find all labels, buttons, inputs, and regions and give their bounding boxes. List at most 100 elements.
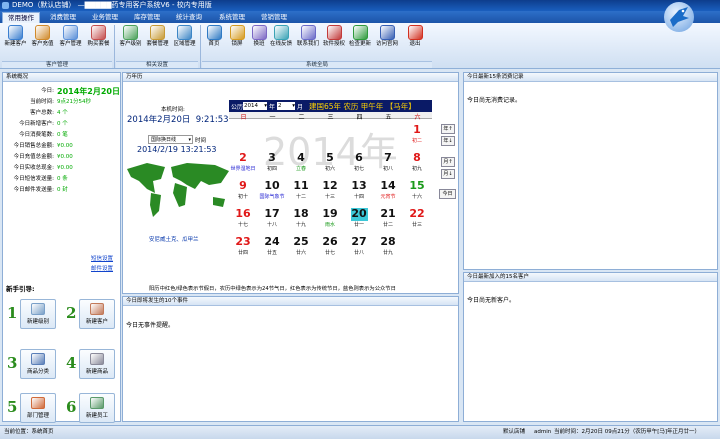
month-up-button[interactable]: 月↑ (441, 157, 455, 167)
calendar-day[interactable]: 3 (260, 151, 284, 164)
calendar-day[interactable]: 19 (318, 207, 342, 220)
toolbar-button-label: 客户充值 (31, 41, 54, 47)
tab-stats[interactable]: 统计查询 (170, 12, 208, 23)
toolbar-button-label: 套餐管理 (146, 41, 169, 47)
events-header: 今日即将发生的10个事件 (123, 297, 458, 306)
lunar-header: 建国65年 农历 甲午年 【马年】 (309, 102, 416, 111)
lock-screen-button[interactable]: 锁屏 (226, 25, 248, 48)
group-separator (114, 25, 115, 68)
guide-step-icon (90, 303, 104, 315)
guide-step-number: 1 (7, 304, 18, 322)
tab-system[interactable]: 系统管理 (212, 12, 252, 23)
overview-value: ¥0.00 (57, 165, 73, 171)
tab-consume[interactable]: 消费管理 (44, 12, 82, 23)
website-icon (379, 25, 395, 40)
calendar-day[interactable]: 5 (318, 151, 342, 164)
customer-level-button[interactable]: 客户级别 (117, 25, 144, 48)
calendar-day[interactable]: 10 (260, 179, 284, 192)
calendar-day[interactable]: 21 (376, 207, 400, 220)
calendar-day[interactable]: 24 (260, 235, 284, 248)
new-customer-button[interactable]: 新建客户 (2, 25, 29, 48)
shift-button[interactable]: 换班 (248, 25, 270, 48)
package-manage-button[interactable]: 套餐管理 (144, 25, 171, 48)
guide-new-customer-button[interactable]: 新建客户 (79, 299, 115, 329)
buy-package-button[interactable]: 购买套餐 (85, 25, 112, 48)
events-panel: 今日即将发生的10个事件 今日无事件提醒。 (122, 296, 459, 422)
customer-manage-button[interactable]: 客户管理 (57, 25, 84, 48)
contact-us-button[interactable]: 联系我们 (297, 25, 319, 48)
overview-value: 2014年2月20日 (57, 87, 120, 96)
calendar-day[interactable]: 7 (376, 151, 400, 164)
calendar-day[interactable]: 18 (289, 207, 313, 220)
overview-value: 0 个 (57, 121, 68, 127)
year-down-button[interactable]: 年↓ (441, 136, 455, 146)
mail-settings-link[interactable]: 邮件设置 (91, 264, 113, 272)
visit-website-button[interactable]: 访问官网 (376, 25, 398, 48)
tab-inventory[interactable]: 库存管理 (128, 12, 166, 23)
year-up-button[interactable]: 年↑ (441, 124, 455, 134)
calendar-day[interactable]: 11 (289, 179, 313, 192)
calendar-day[interactable]: 9 (231, 179, 255, 192)
calendar-day[interactable]: 17 (260, 207, 284, 220)
recharge-button[interactable]: 客户充值 (29, 25, 56, 48)
calendar-day[interactable]: 22 (405, 207, 429, 220)
overview-key: 今日邮件发送量: (13, 187, 54, 193)
calendar-day[interactable]: 1 (405, 123, 429, 136)
calendar-day[interactable]: 16 (231, 207, 255, 220)
today-button[interactable]: 今日 (439, 189, 456, 199)
month-select[interactable]: 2 ▾ (277, 102, 295, 110)
overview-key: 今日销售总金额: (13, 143, 54, 149)
calendar-day[interactable]: 13 (347, 179, 371, 192)
calendar-lunar-label: 廿二 (382, 222, 393, 228)
status-bar: 当前位置：系统首页 默认店铺 admin 当前时间：2月20日 09点21分（农… (0, 425, 720, 439)
toolbar: 客户管理 相关设置 系统全局 新建客户 客户充值 客户管理 购买套餐 客户级别 套餐管理区… (0, 23, 720, 69)
calendar-day[interactable]: 15 (405, 179, 429, 192)
local-datetime: 2014年2月20日 9:21:53 (127, 115, 229, 125)
guide-new-product-button[interactable]: 新建商品 (79, 349, 115, 379)
calendar-day[interactable]: 27 (347, 235, 371, 248)
tab-marketing[interactable]: 营销管理 (254, 12, 294, 23)
calendar-day[interactable]: 28 (376, 235, 400, 248)
tab-common[interactable]: 常用操作 (2, 12, 40, 23)
calendar-day[interactable]: 14 (376, 179, 400, 192)
region-manage-button[interactable]: 区域管理 (171, 25, 198, 48)
license-button[interactable]: 软件授权 (323, 25, 345, 48)
check-update-button[interactable]: 检查更新 (349, 25, 371, 48)
calendar-lunar-label: 初十 (237, 194, 248, 200)
shift-icon (251, 25, 267, 40)
group-label-settings: 相关设置 (116, 61, 198, 68)
calendar-lunar-label: 初九 (411, 166, 422, 172)
guide-department-button[interactable]: 部门管理 (20, 393, 56, 423)
calendar-day[interactable]: 2 (231, 151, 255, 164)
timezone-select[interactable]: 国际换日线 ▾ (148, 135, 193, 144)
calendar-day[interactable]: 20 (347, 207, 371, 220)
feedback-icon (273, 25, 289, 40)
guide-new-employee-button[interactable]: 新建员工 (79, 393, 115, 423)
calendar-day[interactable]: 26 (318, 235, 342, 248)
calendar-day[interactable]: 12 (318, 179, 342, 192)
month-unit: 月 (297, 104, 304, 111)
home-button[interactable]: 首页 (203, 25, 225, 48)
guide-product-category-button[interactable]: 商品分类 (20, 349, 56, 379)
calendar-lunar-label: 十二 (295, 194, 306, 200)
year-select[interactable]: 2014 ▾ (243, 102, 267, 110)
consume-empty-text: 今日尚无消费记录。 (467, 97, 522, 104)
calendar-day[interactable]: 8 (405, 151, 429, 164)
overview-row: 今日新增客户: 0 个 (3, 119, 121, 130)
feedback-button[interactable]: 在线反馈 (270, 25, 292, 48)
calendar-day[interactable]: 4 (289, 151, 313, 164)
toolbar-button-label: 在线反馈 (270, 41, 293, 47)
toolbar-button-label: 访问官网 (376, 41, 399, 47)
overview-row: 客户总数: 4 个 (3, 108, 121, 119)
sms-settings-link[interactable]: 短信设置 (91, 254, 113, 262)
guide-new-level-button[interactable]: 新建级别 (20, 299, 56, 329)
tab-business[interactable]: 业务管理 (86, 12, 124, 23)
month-down-button[interactable]: 月↓ (441, 169, 455, 179)
calendar-day[interactable]: 6 (347, 151, 371, 164)
exit-button[interactable]: 退出 (404, 25, 426, 48)
overview-row: 今日充值总金额: ¥0.00 (3, 152, 121, 163)
calendar-day[interactable]: 23 (231, 235, 255, 248)
calendar-day[interactable]: 25 (289, 235, 313, 248)
weekday-label: 二 (298, 114, 305, 121)
calendar-lunar-label: 世界湿地日 (230, 166, 256, 172)
